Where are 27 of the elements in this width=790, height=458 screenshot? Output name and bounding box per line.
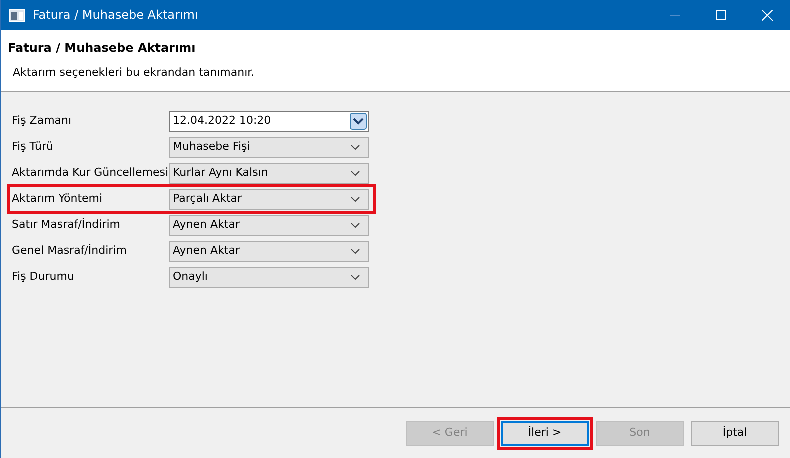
dropdown-field[interactable]: Kurlar Aynı Kalsın [169, 162, 369, 184]
dropdown-field[interactable]: Aynen Aktar [169, 240, 369, 262]
chevron-icon [351, 222, 360, 228]
app-icon [9, 8, 25, 22]
chevron-icon [351, 248, 360, 254]
chevron-icon [351, 144, 360, 150]
field-label: Genel Masraf/İndirim [11, 242, 128, 259]
wizard-button[interactable]: İptal [691, 420, 779, 446]
wizard-button[interactable]: İleri > [501, 420, 589, 446]
chevron-icon [351, 196, 360, 202]
chevron-icon [351, 170, 360, 176]
maximize-icon [716, 10, 726, 20]
close-icon [762, 10, 772, 20]
field-label: Aktarımda Kur Güncellemesi [11, 164, 169, 181]
header-subtitle: Aktarım seçenekleri bu ekrandan tanımanır. [13, 65, 256, 81]
window-title: Fatura / Muhasebe Aktarımı [33, 7, 198, 24]
dropdown-field[interactable]: Parçalı Aktar [169, 188, 369, 210]
field-label: Fiş Zamanı [11, 112, 73, 129]
chevron-icon [351, 274, 360, 280]
header-title: Fatura / Muhasebe Aktarımı [8, 40, 197, 57]
field-label: Aktarım Yöntemi [11, 190, 104, 207]
dropdown-field[interactable]: Onaylı [169, 266, 369, 288]
field-label: Satır Masraf/İndirim [11, 216, 122, 233]
field-label: Fiş Türü [11, 138, 54, 155]
field-label: Fiş Durumu [11, 268, 76, 285]
dropdown-field[interactable]: Muhasebe Fişi [169, 136, 369, 158]
dropdown-field[interactable]: Aynen Aktar [169, 214, 369, 236]
